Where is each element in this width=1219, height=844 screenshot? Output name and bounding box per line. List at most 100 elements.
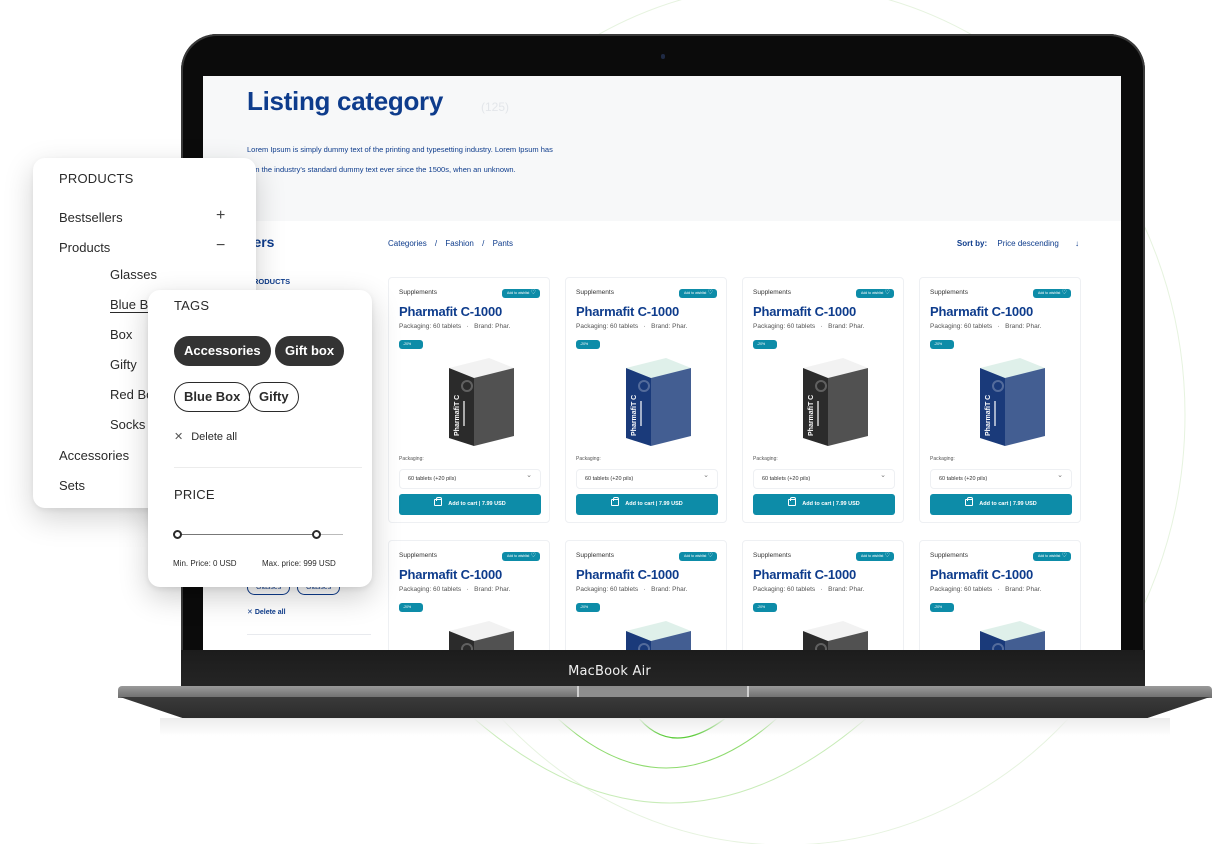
product-category: Supplements	[930, 552, 968, 559]
product-name[interactable]: Pharmafit C-1000	[399, 304, 502, 319]
product-card[interactable]: Supplements Add to wishlistPharmafit C-10…	[919, 540, 1081, 650]
product-category: Supplements	[576, 552, 614, 559]
product-image: PharmafiT C	[980, 621, 1045, 650]
product-meta: Packaging: 60 tablets · Brand: Phar.	[930, 586, 1041, 593]
laptop-base-bottom	[120, 697, 1210, 719]
add-to-wishlist-button[interactable]: Add to wishlist	[1033, 552, 1071, 561]
category-item[interactable]: Bestsellers	[59, 210, 123, 225]
box-front	[626, 368, 651, 446]
box-side	[651, 368, 691, 446]
add-to-wishlist-button[interactable]: Add to wishlist	[679, 289, 717, 298]
product-name[interactable]: Pharmafit C-1000	[576, 304, 679, 319]
product-packaging: Packaging: 60 tablets	[753, 586, 816, 593]
meta-separator: ·	[466, 586, 469, 593]
page-title: Listing category	[247, 86, 444, 116]
packaging-select[interactable]: 60 tablets (+20 pils)	[753, 467, 895, 489]
sort-control[interactable]: Sort by: Price descending ↓	[957, 239, 1079, 248]
product-name[interactable]: Pharmafit C-1000	[753, 567, 856, 582]
product-image: PharmafiT C	[803, 358, 868, 446]
price-slider-min-handle[interactable]	[173, 530, 182, 539]
breadcrumb-item[interactable]: Pants	[493, 239, 513, 248]
product-name[interactable]: Pharmafit C-1000	[930, 304, 1033, 319]
max-price-label: Max. price: 999 USD	[262, 559, 336, 568]
product-name[interactable]: Pharmafit C-1000	[399, 567, 502, 582]
packaging-select[interactable]: 60 tablets (+20 pils)	[930, 467, 1072, 489]
category-item[interactable]: Glasses	[110, 267, 157, 282]
category-item[interactable]: Accessories	[59, 448, 129, 463]
page-description: Lorem Ipsum is simply dummy text of the …	[247, 140, 667, 180]
box-label: PharmafiT C	[454, 395, 461, 436]
packaging-select[interactable]: 60 tablets (+20 pils)	[399, 467, 541, 489]
product-card[interactable]: Supplements Add to wishlistPharmafit C-10…	[565, 540, 727, 650]
product-card[interactable]: Supplements Add to wishlistPharmafit C-10…	[919, 277, 1081, 523]
product-category: Supplements	[753, 289, 791, 296]
category-item[interactable]: Gifty	[110, 357, 137, 372]
price-slider-track[interactable]	[177, 534, 317, 535]
add-to-wishlist-button[interactable]: Add to wishlist	[679, 552, 717, 561]
sort-direction-icon[interactable]: ↓	[1075, 239, 1079, 248]
floor-shadow	[160, 718, 1170, 736]
breadcrumb-item[interactable]: Categories	[388, 239, 427, 248]
tag-chip[interactable]: Gifty	[249, 382, 299, 412]
delete-all-button[interactable]: ✕ Delete all	[174, 430, 237, 443]
box-label: PharmafiT C	[808, 395, 815, 436]
tag-chip-selected[interactable]: Accessories	[174, 336, 271, 366]
meta-separator: ·	[466, 323, 469, 330]
product-brand: Brand: Phar.	[1005, 323, 1042, 330]
product-brand: Brand: Phar.	[474, 586, 511, 593]
product-packaging: Packaging: 60 tablets	[930, 586, 993, 593]
product-meta: Packaging: 60 tablets · Brand: Phar.	[576, 323, 687, 330]
product-brand: Brand: Phar.	[651, 586, 688, 593]
box-label: PharmafiT C	[631, 395, 638, 436]
product-category: Supplements	[930, 289, 968, 296]
meta-separator: ·	[643, 586, 646, 593]
add-to-cart-button[interactable]: Add to cart | 7.99 USD	[576, 494, 718, 515]
category-item[interactable]: Products	[59, 240, 110, 255]
delete-all-link[interactable]: ✕ Delete all	[247, 608, 286, 616]
add-to-wishlist-button[interactable]: Add to wishlist	[1033, 289, 1071, 298]
add-to-cart-button[interactable]: Add to cart | 7.99 USD	[753, 494, 895, 515]
collapse-icon[interactable]: −	[216, 237, 225, 255]
breadcrumb-item[interactable]: Fashion	[445, 239, 473, 248]
product-card[interactable]: Supplements Add to wishlistPharmafit C-10…	[388, 540, 550, 650]
product-brand: Brand: Phar.	[828, 586, 865, 593]
breadcrumb: Categories / Fashion / Pants	[388, 239, 519, 248]
tag-chip-selected[interactable]: Gift box	[275, 336, 345, 366]
product-meta: Packaging: 60 tablets · Brand: Phar.	[930, 323, 1041, 330]
product-name[interactable]: Pharmafit C-1000	[753, 304, 856, 319]
product-name[interactable]: Pharmafit C-1000	[930, 567, 1033, 582]
box-front	[449, 368, 474, 446]
expand-icon[interactable]: +	[216, 207, 225, 225]
product-card[interactable]: Supplements Add to wishlistPharmafit C-10…	[742, 540, 904, 650]
shopping-bag-icon	[788, 497, 797, 506]
add-to-wishlist-button[interactable]: Add to wishlist	[856, 552, 894, 561]
product-card[interactable]: Supplements Add to wishlistPharmafit C-10…	[388, 277, 550, 523]
category-item[interactable]: Socks	[110, 417, 145, 432]
sort-value[interactable]: Price descending	[997, 239, 1058, 248]
category-item[interactable]: Sets	[59, 478, 85, 493]
add-to-cart-button[interactable]: Add to cart | 7.99 USD	[399, 494, 541, 515]
box-front	[980, 368, 1005, 446]
product-meta: Packaging: 60 tablets · Brand: Phar.	[753, 323, 864, 330]
product-category: Supplements	[399, 552, 437, 559]
meta-separator: ·	[820, 323, 823, 330]
product-packaging: Packaging: 60 tablets	[399, 323, 462, 330]
breadcrumb-separator: /	[434, 239, 438, 248]
add-to-wishlist-button[interactable]: Add to wishlist	[856, 289, 894, 298]
category-item[interactable]: Box	[110, 327, 132, 342]
packaging-select[interactable]: 60 tablets (+20 pils)	[576, 467, 718, 489]
product-name[interactable]: Pharmafit C-1000	[576, 567, 679, 582]
add-to-cart-button[interactable]: Add to cart | 7.99 USD	[930, 494, 1072, 515]
product-card[interactable]: Supplements Add to wishlistPharmafit C-10…	[565, 277, 727, 523]
product-card[interactable]: Supplements Add to wishlistPharmafit C-10…	[742, 277, 904, 523]
add-to-cart-label: Add to cart | 7.99 USD	[802, 501, 860, 507]
tag-chip[interactable]: Blue Box	[174, 382, 251, 412]
product-image: PharmafiT C	[803, 621, 868, 650]
delete-all-label: Delete all	[254, 609, 286, 616]
product-image: PharmafiT C	[449, 358, 514, 446]
meta-separator: ·	[997, 323, 1000, 330]
add-to-wishlist-button[interactable]: Add to wishlist	[502, 289, 540, 298]
add-to-cart-label: Add to cart | 7.99 USD	[448, 501, 506, 507]
add-to-wishlist-button[interactable]: Add to wishlist	[502, 552, 540, 561]
price-slider-max-handle[interactable]	[312, 530, 322, 539]
